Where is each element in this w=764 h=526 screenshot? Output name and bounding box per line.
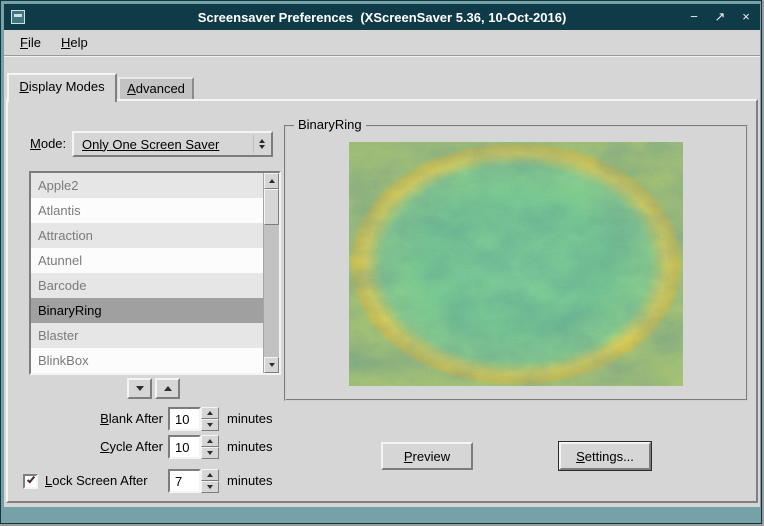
window-menu-icon[interactable] — [11, 10, 25, 24]
saver-list-rows: Apple2AtlantisAttractionAtunnelBarcodeBi… — [31, 173, 263, 373]
cycle-after-input[interactable] — [168, 435, 201, 459]
settings-button[interactable]: Settings... — [559, 442, 651, 470]
titlebar[interactable]: Screensaver Preferences (XScreenSaver 5.… — [4, 4, 760, 30]
spin-down-icon[interactable] — [201, 481, 219, 493]
blank-after-unit: minutes — [227, 407, 273, 431]
saver-list-item[interactable]: BinaryRing — [31, 298, 263, 323]
tab-advanced[interactable]: Advanced — [118, 77, 194, 99]
saver-list-item[interactable]: Apple2 — [31, 173, 263, 198]
lock-after-input[interactable] — [168, 469, 201, 493]
spin-up-icon[interactable] — [201, 469, 219, 481]
spin-up-icon[interactable] — [201, 407, 219, 419]
menubar: File Help — [4, 30, 760, 56]
preview-button[interactable]: Preview — [381, 442, 473, 470]
preview-frame: BinaryRing — [284, 125, 748, 401]
scroll-up-icon[interactable] — [264, 173, 279, 189]
lock-after-unit: minutes — [227, 469, 273, 493]
close-icon[interactable]: × — [738, 10, 754, 24]
lock-screen-label: Lock Screen After — [45, 469, 148, 493]
saver-list-item[interactable]: Atunnel — [31, 248, 263, 273]
cycle-after-spinbox — [168, 435, 219, 459]
cycle-after-label: Cycle After — [23, 435, 163, 459]
saver-list: Apple2AtlantisAttractionAtunnelBarcodeBi… — [29, 171, 281, 375]
display-modes-panel: Mode: Only One Screen Saver Apple2Atlant… — [6, 99, 758, 503]
spin-down-icon[interactable] — [201, 419, 219, 431]
minimize-icon[interactable]: − — [686, 10, 702, 24]
scroll-down-icon[interactable] — [264, 357, 279, 373]
move-up-button[interactable] — [155, 378, 180, 399]
dropdown-arrows-icon — [253, 135, 269, 153]
xscreensaver-window: Screensaver Preferences (XScreenSaver 5.… — [4, 4, 760, 507]
mode-dropdown[interactable]: Only One Screen Saver — [72, 131, 273, 157]
cycle-after-unit: minutes — [227, 435, 273, 459]
blank-after-input[interactable] — [168, 407, 201, 431]
lock-screen-checkbox[interactable] — [23, 474, 38, 489]
tab-display-modes[interactable]: Display Modes — [7, 73, 117, 102]
mode-label: Mode: — [30, 131, 66, 157]
menu-file[interactable]: File — [10, 32, 51, 53]
preview-frame-title: BinaryRing — [294, 117, 366, 132]
blank-after-label: Blank After — [23, 407, 163, 431]
saver-list-item[interactable]: Attraction — [31, 223, 263, 248]
saver-list-item[interactable]: Barcode — [31, 273, 263, 298]
saver-list-item[interactable]: Atlantis — [31, 198, 263, 223]
saver-list-scrollbar[interactable] — [263, 173, 279, 373]
blank-after-spinbox — [168, 407, 219, 431]
menu-help[interactable]: Help — [51, 32, 98, 53]
spin-down-icon[interactable] — [201, 447, 219, 459]
mode-dropdown-value: Only One Screen Saver — [82, 137, 219, 152]
move-down-button[interactable] — [127, 378, 152, 399]
checkmark-icon — [27, 475, 35, 484]
window-title: Screensaver Preferences (XScreenSaver 5.… — [198, 10, 567, 25]
lock-after-spinbox — [168, 469, 219, 493]
spin-up-icon[interactable] — [201, 435, 219, 447]
saver-list-item[interactable]: BlinkBox — [31, 348, 263, 373]
scrollbar-thumb[interactable] — [264, 189, 279, 225]
saver-list-item[interactable]: Blaster — [31, 323, 263, 348]
window-frame: Screensaver Preferences (XScreenSaver 5.… — [0, 0, 762, 524]
maximize-icon[interactable]: ↗ — [712, 10, 728, 24]
screensaver-preview-image — [349, 142, 683, 386]
